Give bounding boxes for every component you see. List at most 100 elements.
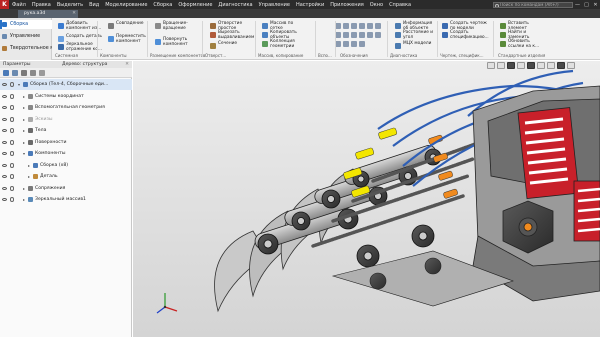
visibility-eye-icon[interactable] — [2, 94, 7, 98]
toolbar-tool-icon[interactable] — [351, 41, 357, 47]
link-icon[interactable] — [10, 105, 14, 110]
link-icon[interactable] — [10, 82, 14, 87]
visibility-eye-icon[interactable] — [2, 198, 7, 201]
link-icon[interactable] — [10, 93, 14, 99]
expand-arrow-icon[interactable]: ▸ — [23, 137, 25, 148]
toolbar-tool-icon[interactable] — [367, 23, 373, 29]
expand-arrow-icon[interactable]: ▸ — [23, 114, 25, 125]
menu-item[interactable]: Правка — [29, 2, 54, 8]
link-icon[interactable] — [10, 185, 14, 191]
tree-row[interactable]: ▸ Вспомогательная геометрия — [0, 102, 132, 113]
settings-icon[interactable] — [30, 70, 36, 76]
ribbon-command-button[interactable]: Вращение- вращение — [155, 21, 188, 31]
ribbon-tab[interactable]: Сборка — [0, 20, 52, 29]
ribbon-command-button[interactable]: Добавить компонент из... — [58, 21, 101, 31]
tab-tree-structure[interactable]: Дерево: структура — [62, 61, 107, 68]
tree-row[interactable]: ▾ Компоненты — [0, 148, 132, 159]
ribbon-command-button[interactable]: Сечение — [210, 41, 237, 49]
toolbar-tool-icon[interactable] — [359, 32, 365, 38]
collapse-arrow-icon[interactable]: ▾ — [23, 148, 25, 159]
visibility-eye-icon[interactable] — [2, 163, 7, 167]
collapse-arrow-icon[interactable]: ▾ — [18, 79, 20, 90]
expand-arrow-icon[interactable]: ▸ — [28, 171, 30, 182]
menu-item[interactable]: Сборка — [150, 2, 175, 8]
link-icon[interactable] — [10, 128, 14, 133]
ribbon-command-button[interactable]: Вырезать выдавливанием — [210, 30, 254, 40]
menu-item[interactable]: Моделирование — [102, 2, 150, 8]
toolbar-tool-icon[interactable] — [359, 41, 365, 47]
visibility-eye-icon[interactable] — [2, 106, 7, 109]
tree-row[interactable]: ▸ Деталь — [0, 171, 132, 182]
expand-arrow-icon[interactable]: ▸ — [28, 160, 30, 171]
maximize-button[interactable]: □ — [582, 2, 591, 8]
toolbar-tool-icon[interactable] — [367, 32, 373, 38]
toolbar-tool-icon[interactable] — [375, 32, 381, 38]
ribbon-command-button[interactable]: Коллекция геометрии — [262, 39, 295, 49]
menu-item[interactable]: Диагностика — [215, 2, 255, 8]
toolbar-tool-icon[interactable] — [375, 23, 381, 29]
ribbon-command-button[interactable]: Зеркальное отражение ко... — [58, 42, 102, 52]
expand-arrow-icon[interactable]: ▸ — [23, 91, 25, 102]
tree-row[interactable]: ▸ Поверхности — [0, 137, 132, 148]
ribbon-command-button[interactable]: Создать деталь — [58, 34, 102, 42]
command-search-input[interactable]: Поиск по командам (Alt+/) — [493, 1, 573, 8]
visibility-eye-icon[interactable] — [2, 152, 7, 155]
link-icon[interactable] — [10, 151, 14, 156]
ribbon-tab[interactable]: Управление — [0, 32, 52, 41]
tree-row[interactable]: ▾ Сборка (Тел-4, Сборочные еди... — [0, 79, 132, 90]
tree-row[interactable]: ▸ Эскизы — [0, 114, 132, 125]
link-icon[interactable] — [10, 174, 14, 179]
expand-arrow-icon[interactable]: ▸ — [23, 102, 25, 113]
minimize-button[interactable]: — — [573, 2, 582, 8]
menu-item[interactable]: Настройки — [293, 2, 327, 8]
menu-item[interactable]: Выделить — [54, 2, 86, 8]
menu-item[interactable]: Управление — [256, 2, 293, 8]
toolbar-tool-icon[interactable] — [343, 41, 349, 47]
link-icon[interactable] — [10, 197, 14, 202]
expand-arrow-icon[interactable]: ▸ — [23, 183, 25, 194]
tree-view-icon[interactable] — [21, 70, 27, 76]
toolbar-tool-icon[interactable] — [343, 23, 349, 29]
close-icon[interactable]: ✕ — [72, 10, 76, 18]
toolbar-tool-icon[interactable] — [351, 23, 357, 29]
menu-item[interactable]: Файл — [9, 2, 29, 8]
document-tab[interactable]: рука.a3d ✕ — [18, 10, 78, 18]
visibility-eye-icon[interactable] — [2, 140, 7, 144]
structure-icon[interactable] — [12, 70, 18, 76]
visibility-eye-icon[interactable] — [2, 175, 7, 178]
expand-arrow-icon[interactable]: ▸ — [23, 194, 25, 205]
ribbon-command-button[interactable]: Повернуть компонент — [155, 37, 188, 47]
ribbon-command-button[interactable]: Переместить компонент — [108, 34, 146, 44]
ribbon-command-button[interactable]: Совпадение — [108, 21, 143, 29]
tree-row[interactable]: ▸ Зеркальный массив1 — [0, 194, 132, 205]
ribbon-tab[interactable]: Твердотельное моделирование — [0, 44, 52, 53]
close-window-button[interactable]: ✕ — [591, 2, 600, 8]
ribbon-command-button[interactable]: МЦХ модели — [395, 41, 431, 49]
tree-row[interactable]: ▸ Тела — [0, 125, 132, 136]
robotic-hand-model[interactable] — [133, 61, 600, 337]
tree-row[interactable]: ▸ Системы координат — [0, 91, 132, 102]
ribbon-command-button[interactable]: Расстояние и угол — [395, 30, 433, 40]
link-icon[interactable] — [10, 162, 14, 168]
filter-icon[interactable] — [3, 70, 9, 76]
panel-close-icon[interactable]: ✕ — [125, 61, 129, 68]
ribbon-command-button[interactable]: Создать спецификацию... — [442, 30, 489, 40]
toolbar-tool-icon[interactable] — [359, 23, 365, 29]
menu-item[interactable]: Справка — [386, 2, 414, 8]
menu-item[interactable]: Вид — [86, 2, 102, 8]
visibility-eye-icon[interactable] — [2, 117, 7, 121]
visibility-eye-icon[interactable] — [2, 83, 7, 86]
expand-arrow-icon[interactable]: ▸ — [23, 125, 25, 136]
link-icon[interactable] — [10, 116, 14, 122]
menu-item[interactable]: Приложения — [327, 2, 367, 8]
toolbar-tool-icon[interactable] — [351, 32, 357, 38]
visibility-eye-icon[interactable] — [2, 129, 7, 132]
toolbar-tool-icon[interactable] — [343, 32, 349, 38]
menu-item[interactable]: Окно — [367, 2, 386, 8]
link-icon[interactable] — [10, 139, 14, 145]
ribbon-command-button[interactable]: Обновить ссылки на к... — [500, 39, 539, 49]
expand-icon[interactable] — [39, 70, 45, 76]
menu-item[interactable]: Оформление — [175, 2, 215, 8]
visibility-eye-icon[interactable] — [2, 186, 7, 190]
3d-viewport[interactable] — [133, 61, 600, 337]
